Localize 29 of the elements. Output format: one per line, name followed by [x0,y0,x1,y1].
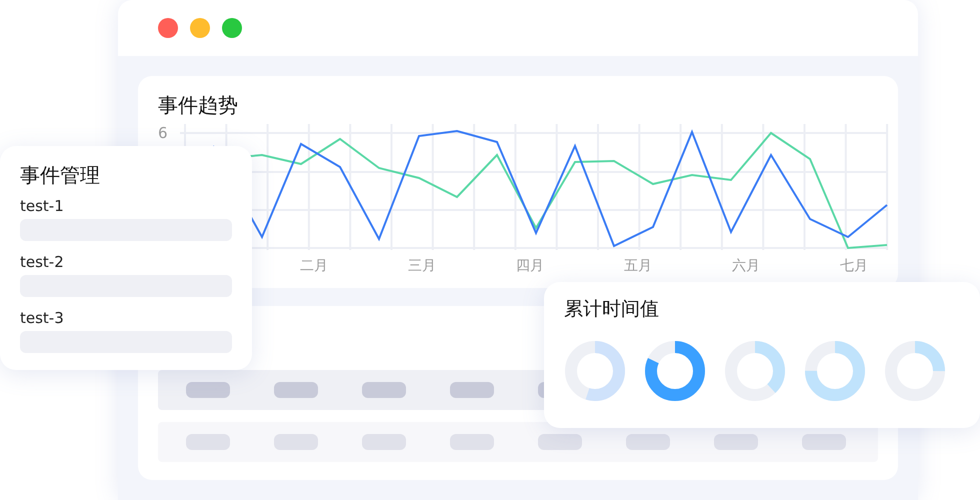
axis-label: 五月 [624,258,652,274]
window-control[interactable] [222,18,242,38]
placeholder-bar [538,434,582,450]
donut-chart [804,340,866,402]
axis-label: 二月 [300,258,328,274]
window-control[interactable] [190,18,210,38]
placeholder-bar [714,434,758,450]
donut-chart [724,340,786,402]
donut-chart [884,340,946,402]
placeholder-bar [802,434,846,450]
axis-label: 四月 [516,258,544,274]
window-control[interactable] [158,18,178,38]
placeholder-bar [186,382,230,398]
placeholder-bar [450,382,494,398]
placeholder-bar [362,382,406,398]
axis-label: 六月 [732,258,760,274]
donut-chart [644,340,706,402]
card-title: 事件趋势 [157,92,239,119]
card-title: 累计时间值 [564,297,660,322]
donut-chart [564,340,626,402]
card-title: 事件管理 [20,162,101,189]
axis-label: 七月 [840,258,868,274]
placeholder-bar [626,434,670,450]
axis-label: 三月 [408,258,436,274]
item-label: test-1 [20,197,65,215]
axis-label: 6 [158,124,168,142]
placeholder-bar [274,382,318,398]
item-label: test-3 [20,309,65,327]
item-label: test-2 [20,253,65,271]
